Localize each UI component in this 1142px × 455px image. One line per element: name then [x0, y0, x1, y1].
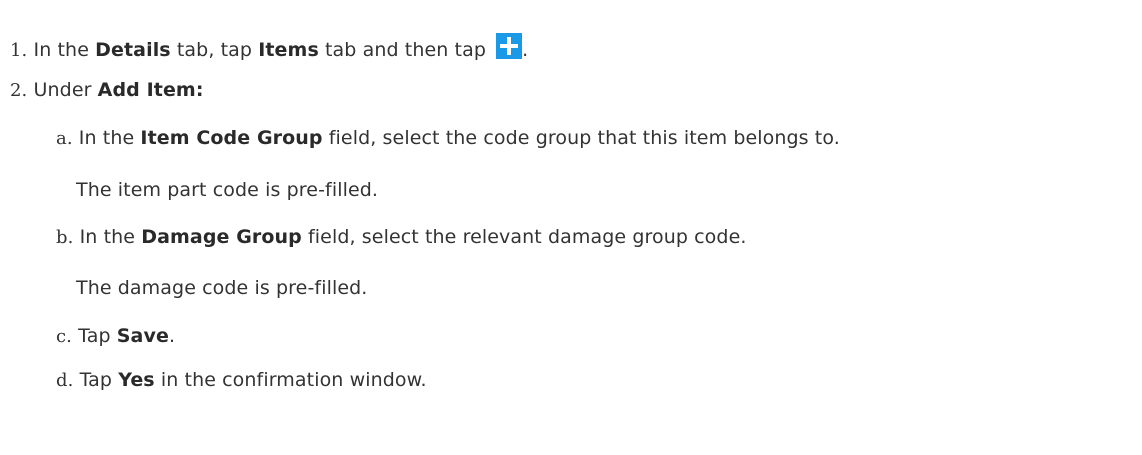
- substep-text: In the: [78, 127, 141, 149]
- step-text: tab, tap: [170, 39, 259, 61]
- step-text: In the: [33, 39, 96, 61]
- substep-letter: c.: [56, 326, 73, 347]
- details-tab-label: Details: [95, 39, 171, 61]
- substep-text: in the confirmation window.: [154, 369, 427, 391]
- substep-text: field, select the relevant damage group …: [301, 226, 747, 248]
- step-text: tab and then tap: [318, 39, 493, 61]
- item-code-group-label: Item Code Group: [140, 127, 323, 149]
- substep-text: Tap: [79, 369, 119, 391]
- save-label: Save: [116, 325, 169, 347]
- substep-b: b. In the Damage Group field, select the…: [56, 225, 747, 250]
- damage-group-label: Damage Group: [141, 226, 302, 248]
- substep-text: In the: [79, 226, 142, 248]
- step-2: 2. Under Add Item:: [10, 78, 204, 103]
- items-tab-label: Items: [258, 39, 319, 61]
- step-text: Under: [33, 79, 98, 101]
- substep-c: c. Tap Save.: [56, 324, 175, 349]
- substep-letter: d.: [56, 370, 74, 391]
- step-number: 1.: [10, 40, 28, 61]
- substep-a-note: The item part code is pre-filled.: [76, 179, 379, 201]
- add-item-label: Add Item:: [97, 79, 204, 101]
- substep-d: d. Tap Yes in the confirmation window.: [56, 368, 427, 393]
- procedure-document: 1. In the Details tab, tap Items tab and…: [0, 0, 1142, 455]
- substep-text: .: [168, 325, 176, 347]
- substep-b-note: The damage code is pre-filled.: [76, 277, 368, 299]
- substep-letter: b.: [56, 227, 74, 248]
- yes-label: Yes: [118, 369, 155, 391]
- step-number: 2.: [10, 80, 28, 101]
- substep-a: a. In the Item Code Group field, select …: [56, 126, 840, 151]
- step-text: .: [522, 39, 529, 61]
- substep-text: Tap: [78, 325, 117, 347]
- substep-letter: a.: [56, 128, 73, 149]
- plus-icon: [496, 33, 523, 59]
- substep-text: field, select the code group that this i…: [322, 127, 840, 149]
- step-1: 1. In the Details tab, tap Items tab and…: [10, 33, 528, 63]
